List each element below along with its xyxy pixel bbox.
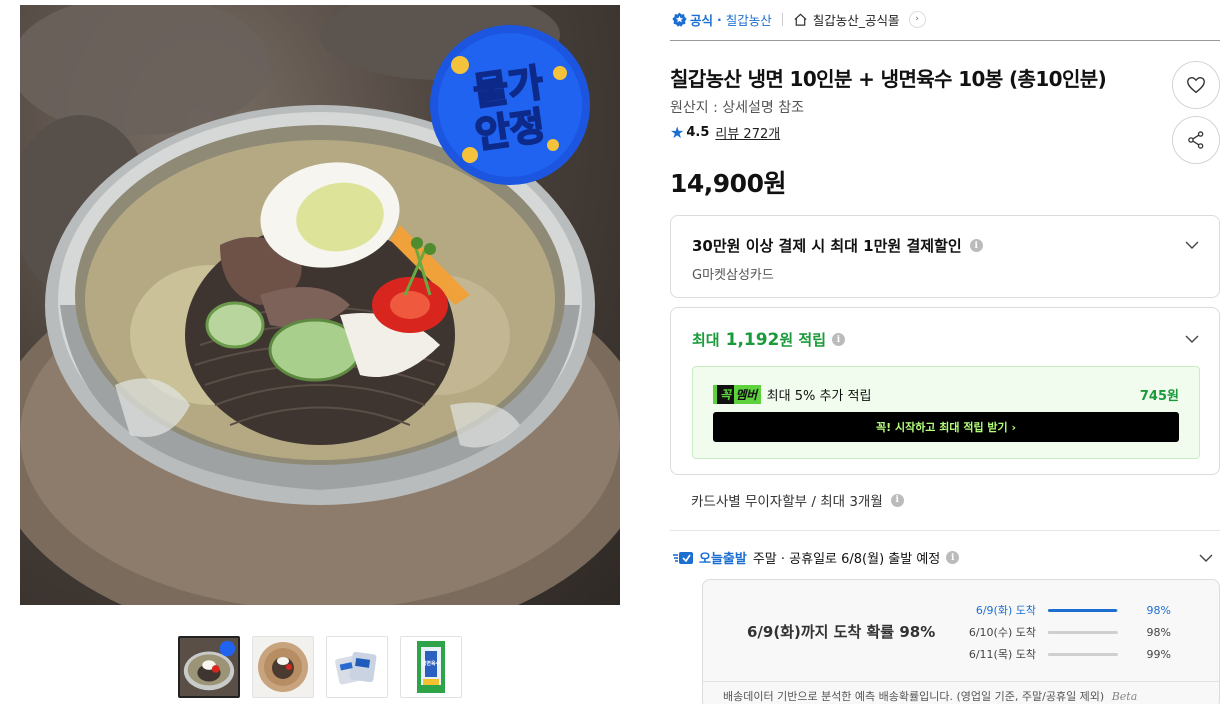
thumbnail-strip: 냉면육수 [178,636,462,698]
reward-amount: 1,192 [725,330,780,350]
installment-text: 카드사별 무이자할부 / 최대 3개월 [691,494,883,510]
store-row: 공식 · 칠갑농산 칠갑농산_공식몰 › [672,8,926,30]
thumb-noodle-plate[interactable] [252,636,314,698]
footnote-text: 배송데이터 기반으로 분석한 예측 배송확률입니다. (영업일 기준, 주말/공… [723,690,1105,703]
probability-list: 6/9(화) 도착 98% 6/10(수) 도착 98% 6/11(목) 도착 … [958,599,1171,665]
info-icon[interactable]: i [832,333,846,346]
discount-heading: 30만원 이상 결제 시 최대 1만원 결제할인 i [692,235,983,256]
home-icon [794,13,807,26]
member-row: 꼭 멤버 최대 5% 추가 적립 745원 [713,385,1179,404]
probability-row: 6/11(목) 도착 99% [958,643,1171,665]
thumb-broth-packs[interactable] [326,636,388,698]
member-signup-button[interactable]: 꼭! 시작하고 최대 적립 받기 › [713,412,1179,442]
probability-bar-fill [1048,652,1118,656]
review-count-link[interactable]: 리뷰 272개 [715,123,780,142]
member-benefit-text: 최대 5% 추가 적립 [766,389,872,404]
probability-row: 6/10(수) 도착 98% [958,621,1171,643]
installment-row: 카드사별 무이자할부 / 최대 3개월 i [691,490,904,510]
delivery-headline: 6/9(화)까지 도착 확률 98% [747,623,936,641]
product-title: 칠갑농산 냉면 10인분 + 냉면육수 10봉 (총10인분) [670,67,1107,91]
probability-bar-fill [1048,630,1117,634]
thumb-package[interactable]: 냉면육수 [400,636,462,698]
probability-date: 6/9(화) 도착 [975,604,1036,617]
delivery-footnote: 배송데이터 기반으로 분석한 예측 배송확률입니다. (영업일 기준, 주말/공… [703,681,1219,704]
product-price: 14,900원 [670,169,786,198]
official-store-badge[interactable]: 공식 · 칠갑농산 [672,10,772,29]
rating-row: ★ 4.5 리뷰 272개 [670,123,780,142]
probability-bar-fill [1048,608,1117,612]
probability-bar [1048,630,1118,634]
store-name: 칠갑농산 [725,12,772,28]
heart-icon [1187,76,1205,94]
today-shipping-badge: 오늘출발 [673,548,747,567]
promo-badge: 물가 안정 [430,25,590,185]
chevron-down-icon[interactable] [1185,238,1199,252]
share-icon [1188,131,1204,149]
probability-bar [1048,652,1118,656]
verified-star-icon [672,11,687,27]
thumb-naengmyeon-bowl[interactable] [178,636,240,698]
probability-date: 6/11(목) 도착 [968,648,1036,661]
divider [670,530,1220,531]
member-badge-k: 꼭 [717,385,734,404]
star-icon: ★ [670,123,685,142]
beta-label: Beta [1111,690,1138,703]
today-shipping-label: 오늘출발 [699,552,747,567]
rating-score: 4.5 [686,125,710,140]
member-badge: 꼭 멤버 [713,385,761,404]
probability-percent: 99% [1146,647,1171,661]
info-icon[interactable]: i [890,493,904,507]
probability-percent: 98% [1146,603,1171,617]
info-icon[interactable]: i [946,551,960,564]
divider [781,12,783,26]
chevron-right-icon: › [908,10,926,28]
fast-delivery-icon [673,551,693,564]
shop-link[interactable]: 칠갑농산_공식몰 › [793,10,926,29]
probability-bar [1048,608,1118,612]
reward-heading: 최대 1,192 원 적립 i [692,329,846,350]
shipping-row[interactable]: 오늘출발 주말 · 공휴일로 6/8(월) 출발 예정 i [673,548,1218,567]
main-product-image: 물가 안정 [20,5,620,605]
delivery-probability-card: 6/9(화)까지 도착 확률 98% 6/9(화) 도착 98% 6/10(수)… [702,579,1220,704]
reward-suffix: 원 적립 [779,331,827,349]
official-label: 공식 [690,12,714,28]
naengmyeon-photo: 물가 안정 [20,5,620,605]
probability-percent: 98% [1146,625,1171,639]
chevron-down-icon[interactable] [1199,551,1213,565]
wishlist-button[interactable] [1172,61,1220,109]
member-badge-label: 멤버 [735,388,758,402]
member-points: 745원 [1139,389,1179,404]
info-icon[interactable]: i [969,239,983,252]
reward-prefix: 최대 [692,331,720,349]
discount-title: 30만원 이상 결제 시 최대 1만원 결제할인 [692,237,962,255]
discount-card-name: G마켓삼성카드 [692,268,774,283]
svg-text:냉면육수: 냉면육수 [422,660,441,667]
shop-link-label: 칠갑농산_공식몰 [812,12,900,28]
share-button[interactable] [1172,116,1220,164]
reward-section: 최대 1,192 원 적립 i 꼭 멤버 최대 5% 추가 적립 745원 꼭!… [670,307,1220,475]
dot-separator: · [717,11,722,27]
card-discount-section[interactable]: 30만원 이상 결제 시 최대 1만원 결제할인 i G마켓삼성카드 [670,215,1220,298]
product-origin: 원산지 : 상세설명 참조 [670,100,804,116]
member-benefit-box: 꼭 멤버 최대 5% 추가 적립 745원 꼭! 시작하고 최대 적립 받기 › [692,366,1200,459]
divider [670,40,1220,41]
chevron-down-icon[interactable] [1185,332,1199,346]
probability-row: 6/9(화) 도착 98% [958,599,1171,621]
shipping-text: 주말 · 공휴일로 6/8(월) 출발 예정 [752,552,941,567]
probability-date: 6/10(수) 도착 [968,626,1036,639]
